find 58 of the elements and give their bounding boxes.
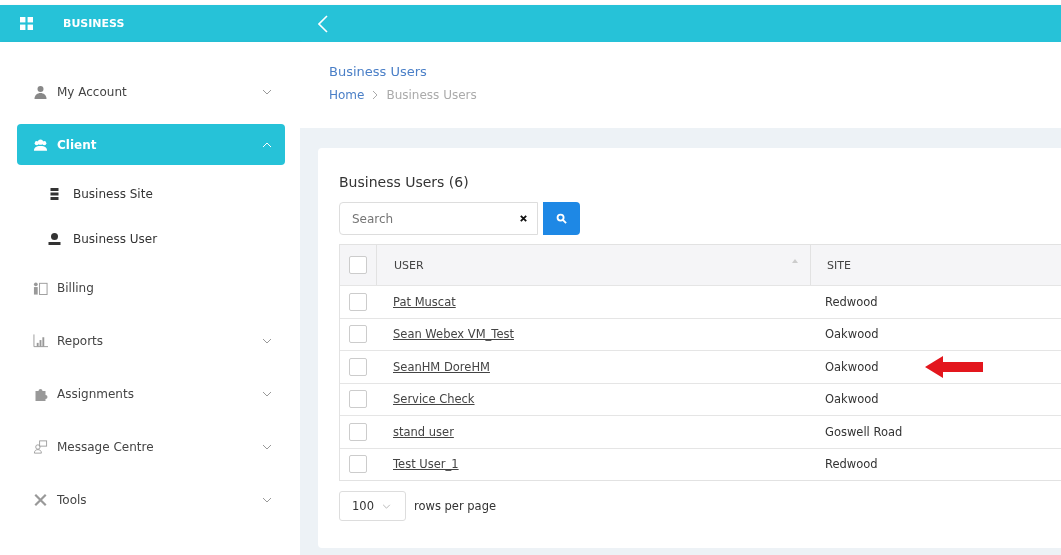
row-checkbox[interactable] [349, 422, 367, 441]
user-link[interactable]: Sean Webex VM_Test [393, 327, 514, 342]
group-icon [33, 137, 48, 152]
back-icon[interactable] [318, 14, 328, 33]
column-header[interactable]: SITE [827, 258, 1061, 272]
user-link[interactable]: Test User_1 [393, 457, 459, 472]
tools-icon [33, 492, 48, 507]
card-title: Business Users (6) [339, 174, 470, 190]
sidebar-item[interactable]: Reports [17, 320, 285, 361]
sidebar-item[interactable]: Billing [17, 267, 285, 308]
search-field[interactable]: Search [339, 202, 538, 235]
page-size-select[interactable]: 100 [339, 491, 406, 521]
row-checkbox[interactable] [349, 390, 367, 409]
chevron-icon [381, 503, 391, 509]
table-cell: Oakwood [825, 359, 879, 374]
row-checkbox[interactable] [349, 292, 367, 311]
table-cell: Oakwood [825, 327, 879, 342]
chevron-icon [262, 390, 272, 397]
search-button[interactable] [543, 202, 581, 235]
chevron-icon [262, 496, 272, 503]
message-icon [33, 439, 48, 454]
user-icon [47, 231, 62, 246]
breadcrumb-link[interactable]: Home [329, 88, 365, 102]
chevron-icon [372, 90, 379, 100]
chart-icon [33, 333, 48, 348]
chevron-icon [262, 88, 272, 95]
billing-icon [33, 280, 48, 295]
sidebar-item[interactable]: My Account [17, 71, 285, 112]
table-cell: Redwood [825, 294, 878, 309]
row-checkbox[interactable] [349, 455, 367, 474]
table-cell: Goswell Road [825, 424, 903, 439]
sidebar-item[interactable]: Message Centre [17, 426, 285, 467]
chevron-icon [262, 337, 272, 344]
user-link[interactable]: Service Check [393, 392, 475, 407]
clear-icon[interactable] [519, 214, 528, 223]
grid-icon [20, 17, 33, 30]
search-icon [556, 213, 568, 224]
chevron-icon [262, 443, 272, 450]
sidebar-item[interactable]: Tools [17, 479, 285, 520]
user-link[interactable]: SeanHM DoreHM [393, 359, 490, 374]
app-title: BUSINESS [63, 17, 125, 30]
page-title: Business Users [329, 64, 428, 79]
sidebar-item[interactable]: Assignments [17, 373, 285, 414]
person-icon [33, 84, 48, 99]
sort-icon[interactable] [792, 259, 798, 263]
user-link[interactable]: stand user [393, 424, 454, 439]
user-link[interactable]: Pat Muscat [393, 294, 456, 309]
select-all-checkbox[interactable] [349, 256, 367, 274]
row-checkbox[interactable] [349, 357, 367, 376]
chevron-icon [262, 141, 272, 148]
table-cell: Redwood [825, 457, 878, 472]
row-checkbox[interactable] [349, 325, 367, 344]
table-cell: Oakwood [825, 392, 879, 407]
puzzle-icon [33, 386, 48, 401]
sidebar-subitem[interactable]: Business Site [47, 177, 300, 210]
sidebar-subitem[interactable]: Business User [47, 222, 300, 255]
column-header[interactable]: USER [394, 258, 792, 272]
pager-label: rows per page [414, 499, 497, 513]
